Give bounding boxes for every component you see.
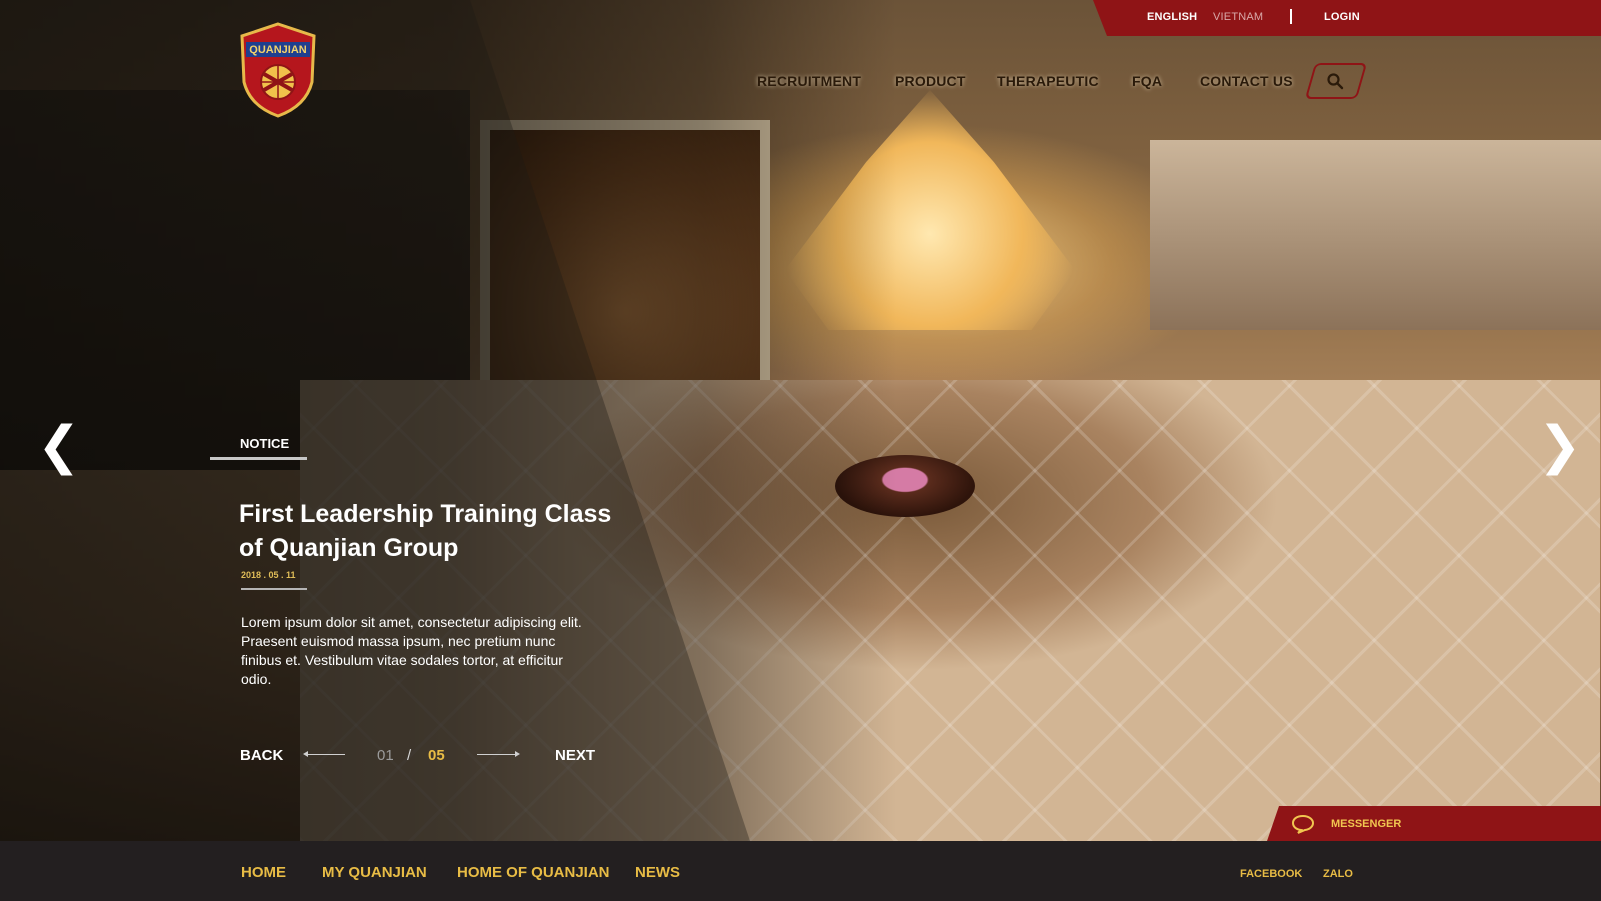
- messenger-label[interactable]: MESSENGER: [1331, 818, 1401, 830]
- hero-description: Lorem ipsum dolor sit amet, consectetur …: [241, 614, 582, 687]
- pager-right-arrow-icon: [477, 751, 520, 757]
- footer-social-zalo[interactable]: ZALO: [1323, 868, 1353, 880]
- footer-link-home[interactable]: HOME: [241, 864, 286, 881]
- login-link[interactable]: LOGIN: [1324, 11, 1360, 23]
- pager-back-button[interactable]: BACK: [240, 747, 283, 764]
- quanjian-logo[interactable]: QUANJIAN: [240, 22, 316, 118]
- nav-therapeutic[interactable]: THERAPEUTIC: [997, 73, 1099, 89]
- footer-social-facebook[interactable]: FACEBOOK: [1240, 868, 1302, 880]
- nav-product[interactable]: PRODUCT: [895, 73, 966, 89]
- language-english[interactable]: ENGLISH: [1147, 11, 1197, 23]
- footer-link-news[interactable]: NEWS: [635, 864, 680, 881]
- pager-left-arrow-icon: [303, 751, 345, 757]
- chat-bubble-icon[interactable]: [1291, 814, 1315, 834]
- messenger-tab[interactable]: [1267, 806, 1601, 841]
- date-underline: [241, 588, 307, 590]
- pager-current: 01: [377, 747, 394, 764]
- footer-link-home-of-quanjian[interactable]: HOME OF QUANJIAN: [457, 864, 610, 881]
- slider-prev-arrow[interactable]: ❮: [37, 420, 81, 472]
- notice-label: NOTICE: [240, 436, 290, 451]
- post-date: 2018 . 05 . 11: [241, 570, 296, 580]
- language-vietnam[interactable]: VIETNAM: [1213, 11, 1263, 23]
- footer-link-my-quanjian[interactable]: MY QUANJIAN: [322, 864, 427, 881]
- shield-emblem-icon: [240, 22, 316, 118]
- logo-text: QUANJIAN: [249, 44, 307, 56]
- slider-next-arrow[interactable]: ❯: [1538, 420, 1582, 472]
- pager-total: 05: [428, 747, 445, 764]
- nav-contact-us[interactable]: CONTACT US: [1200, 73, 1293, 89]
- headline-line-1: First Leadership Training Class: [239, 500, 612, 528]
- hero-background-image: [0, 0, 1601, 841]
- headline-line-2: of Quanjian Group: [239, 534, 459, 562]
- nav-fqa[interactable]: FQA: [1132, 73, 1162, 89]
- hero-headline: First Leadership Training Class of Quanj…: [239, 497, 619, 565]
- notice-underline: [210, 457, 307, 460]
- search-button[interactable]: [1304, 63, 1368, 99]
- pager-next-button[interactable]: NEXT: [555, 747, 595, 764]
- search-icon: [1327, 73, 1344, 90]
- pager-separator: /: [407, 747, 412, 764]
- nav-recruitment[interactable]: RECRUITMENT: [757, 73, 861, 89]
- language-divider: [1290, 9, 1292, 24]
